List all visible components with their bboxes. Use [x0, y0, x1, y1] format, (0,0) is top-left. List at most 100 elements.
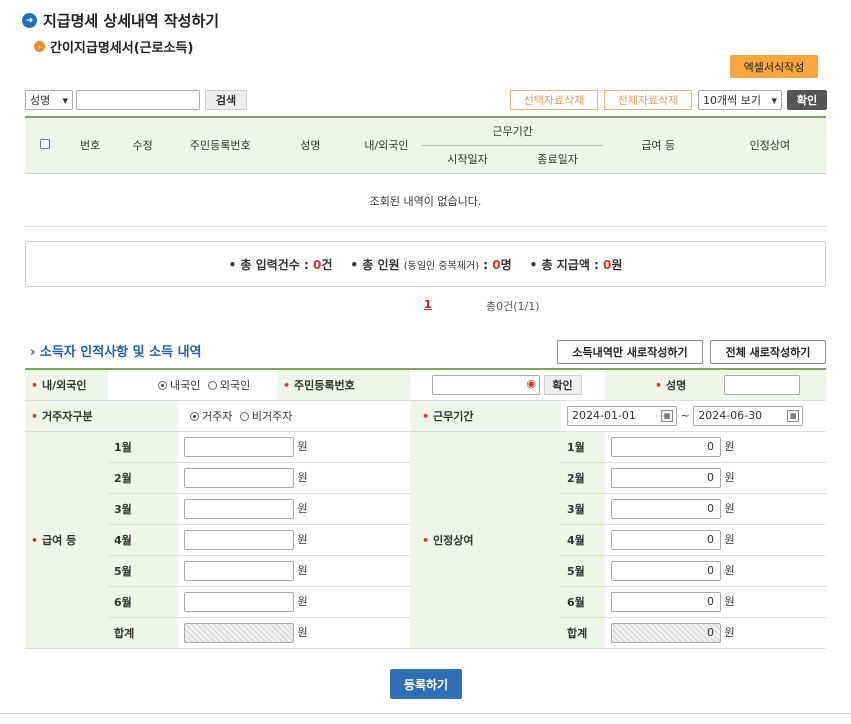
col-no: 번호: [65, 116, 116, 174]
search-field-value: 성명: [30, 94, 51, 107]
col-rrn: 주민등록번호: [170, 116, 271, 174]
bonus-month-2-label: 2월: [561, 462, 605, 494]
bonus-month-2-input[interactable]: 0: [611, 467, 721, 488]
salary-total-label: 합계: [108, 617, 178, 649]
delete-all-button[interactable]: 전체자료삭제: [604, 90, 692, 110]
salary-month-6-label: 6월: [108, 586, 178, 618]
search-button[interactable]: 검색: [205, 90, 247, 110]
submit-button[interactable]: 등록하기: [390, 669, 462, 699]
rrn-input[interactable]: ◉: [432, 374, 540, 395]
residence-label: 거주자구분: [25, 400, 178, 432]
won-unit: 원: [724, 501, 735, 515]
summary-count-label: 총 입력건수 :: [240, 257, 313, 272]
won-unit: 원: [297, 594, 308, 608]
salary-month-5-input[interactable]: [184, 560, 294, 581]
won-unit: 원: [297, 625, 308, 639]
domestic-radio[interactable]: [158, 380, 167, 390]
resident-radio[interactable]: [190, 411, 199, 421]
chevron-down-icon: ▾: [62, 93, 68, 107]
salary-month-4-cell: 원: [178, 524, 410, 556]
name-input[interactable]: [724, 374, 800, 395]
bonus-month-4-input[interactable]: 0: [611, 529, 721, 550]
summary-paid: • 총 지급액 : 0원: [529, 257, 623, 272]
summary-people-colon: :: [479, 257, 493, 272]
arrow-right-circle-icon: ➜: [22, 13, 37, 28]
resident-label: 거주자: [202, 409, 233, 423]
bonus-month-6-label: 6월: [561, 586, 605, 618]
select-all-checkbox[interactable]: [40, 138, 51, 149]
period-label: 근무기간: [410, 400, 561, 432]
page-size-confirm-button[interactable]: 확인: [787, 90, 827, 110]
bonus-month-2-cell: 0 원: [605, 462, 826, 494]
end-date-input[interactable]: 2024-06-30 ▦: [693, 405, 804, 426]
rrn-field-cell: ◉ 확인: [410, 368, 605, 401]
summary-people-note: (동일인 중복제거): [403, 260, 480, 272]
col-edit: 수정: [115, 116, 171, 174]
salary-month-1-input[interactable]: [184, 436, 294, 457]
calendar-icon[interactable]: ▦: [661, 409, 673, 422]
salary-month-2-input[interactable]: [184, 467, 294, 488]
col-end-date: 종료일자: [512, 144, 603, 174]
bonus-month-5-input[interactable]: 0: [611, 560, 721, 581]
security-keypad-icon[interactable]: ◉: [526, 377, 536, 390]
salary-label: 급여 등: [25, 431, 108, 649]
won-unit: 원: [724, 625, 735, 639]
summary-paid-unit: 원: [611, 257, 623, 272]
empty-message: 조회된 내역이 없습니다.: [25, 175, 826, 227]
summary-people: • 총 인원 (동일인 중복제거) : 0명: [350, 257, 512, 272]
search-field-select[interactable]: 성명 ▾: [25, 90, 73, 110]
bonus-total-input: 0: [611, 622, 721, 643]
foreign-label: 외국인: [219, 378, 251, 392]
delete-selected-button[interactable]: 선택자료삭제: [510, 90, 598, 110]
page-title: ➜ 지급명세 상세내역 작성하기: [22, 10, 219, 31]
salary-month-3-input[interactable]: [184, 498, 294, 519]
bonus-month-4-label: 4월: [561, 524, 605, 556]
search-input[interactable]: [76, 90, 200, 110]
end-date-value: 2024-06-30: [698, 408, 763, 422]
summary-people-label: 총 인원: [362, 257, 404, 272]
col-start-date: 시작일자: [422, 144, 513, 174]
start-date-input[interactable]: 2024-01-01 ▦: [567, 405, 677, 426]
domestic-label: 내국인: [170, 378, 201, 392]
page-title-text: 지급명세 상세내역 작성하기: [43, 12, 220, 30]
name-label: 성명: [605, 368, 712, 401]
nonresident-radio[interactable]: [239, 411, 249, 421]
salary-month-6-input[interactable]: [184, 591, 294, 612]
won-unit: 원: [297, 470, 308, 484]
salary-month-2-label: 2월: [108, 462, 178, 494]
salary-month-3-label: 3월: [108, 493, 178, 525]
new-income-only-button[interactable]: 소득내역만 새로작성하기: [557, 340, 703, 364]
bottom-divider: [0, 713, 851, 714]
bonus-month-1-cell: 0 원: [605, 431, 826, 463]
chevron-down-icon: ▾: [771, 93, 777, 107]
income-section-title: › 소득자 인적사항 및 소득 내역: [30, 341, 202, 360]
foreign-radio[interactable]: [207, 380, 217, 390]
bonus-month-5-cell: 0 원: [605, 555, 826, 587]
page-size-select[interactable]: 10개씩 보기 ▾: [698, 90, 782, 110]
bonus-month-6-input[interactable]: 0: [611, 591, 721, 612]
nationality-radios: 내국인 외국인: [108, 368, 277, 401]
won-unit: 원: [297, 439, 308, 453]
residence-radios: 거주자 비거주자: [178, 400, 410, 432]
new-all-button[interactable]: 전체 새로작성하기: [710, 340, 826, 364]
salary-month-5-cell: 원: [178, 555, 410, 587]
page-subtitle-text: 간이지급명세서(근로소득): [50, 41, 194, 56]
rrn-confirm-button[interactable]: 확인: [543, 374, 582, 395]
calendar-icon[interactable]: ▦: [787, 409, 800, 422]
summary-people-unit: 명: [500, 257, 512, 272]
income-list-table: 번호 수정 주민등록번호 성명 내/외국인 근무기간 급여 등 인정상여 시작일…: [25, 116, 826, 174]
won-unit: 원: [724, 470, 735, 484]
nonresident-label: 비거주자: [251, 409, 293, 423]
pager-current-page[interactable]: 1: [424, 298, 432, 311]
col-period: 근무기간: [422, 116, 603, 146]
bonus-month-3-cell: 0 원: [605, 493, 826, 525]
excel-form-button[interactable]: 엑셀서식작성: [730, 55, 818, 78]
bonus-month-3-input[interactable]: 0: [611, 498, 721, 519]
date-separator: ~: [680, 408, 690, 422]
income-section-title-text: 소득자 인적사항 및 소득 내역: [39, 345, 202, 360]
salary-month-4-input[interactable]: [184, 529, 294, 550]
won-unit: 원: [297, 563, 308, 577]
bonus-month-1-input[interactable]: 0: [611, 436, 721, 457]
salary-month-2-cell: 원: [178, 462, 410, 494]
rrn-label: 주민등록번호: [277, 368, 410, 401]
